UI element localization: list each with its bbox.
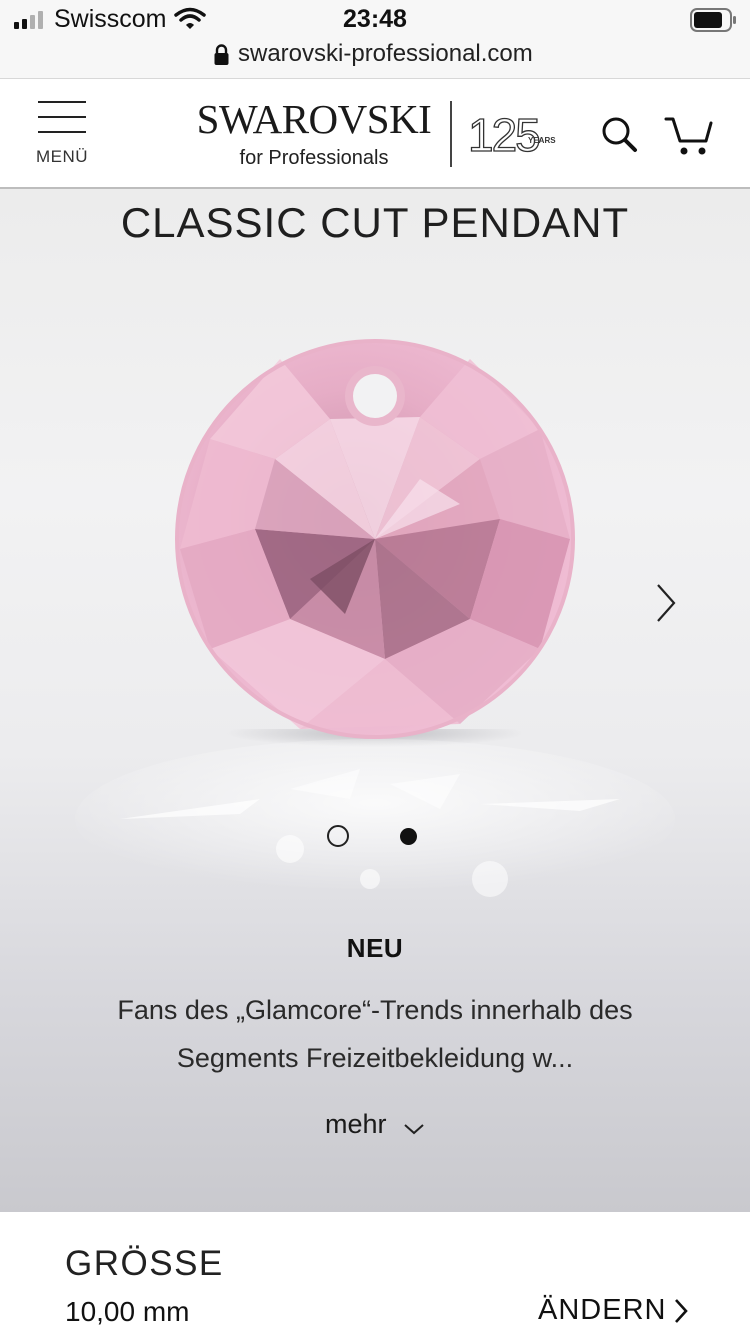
- brand-divider: [450, 101, 452, 167]
- product-description: Fans des „Glamcore“-Trends innerhalb des…: [90, 986, 660, 1082]
- hamburger-line: [38, 131, 86, 133]
- description-line: Fans des „Glamcore“-Trends innerhalb des: [117, 995, 633, 1025]
- chevron-right-icon[interactable]: [652, 581, 680, 625]
- more-button[interactable]: mehr: [0, 1109, 750, 1140]
- status-time: 23:48: [343, 5, 407, 33]
- anniversary-logo: 125 YEARS: [468, 108, 556, 161]
- url-text: swarovski-professional.com: [238, 40, 533, 67]
- chevron-down-icon: [404, 1124, 424, 1135]
- lock-icon: [214, 44, 229, 65]
- size-section: GRÖSSE 10,00 mm ÄNDERN: [0, 1212, 750, 1334]
- anniversary-word: YEARS: [528, 136, 556, 145]
- search-icon[interactable]: [600, 115, 640, 155]
- brand-subtitle: for Professionals: [239, 147, 389, 169]
- site-header: MENÜ SWAROVSKI for Professionals 125 YEA…: [0, 78, 750, 189]
- gem-image: [175, 339, 575, 739]
- carousel-dot-active[interactable]: [400, 828, 417, 845]
- brand-logo[interactable]: SWAROVSKI for Professionals: [190, 97, 438, 170]
- url-bar[interactable]: swarovski-professional.com: [0, 40, 750, 78]
- brand-name: SWAROVSKI: [196, 96, 432, 142]
- status-bar: Swisscom 23:48: [0, 0, 750, 40]
- carousel-dot[interactable]: [327, 825, 349, 847]
- cart-icon[interactable]: [664, 115, 714, 157]
- more-label: mehr: [325, 1109, 387, 1139]
- product-title: CLASSIC CUT PENDANT: [120, 199, 630, 246]
- new-badge: NEU: [346, 933, 404, 963]
- size-value: 10,00 mm: [65, 1296, 190, 1327]
- change-label: ÄNDERN: [538, 1294, 667, 1326]
- change-size-button[interactable]: ÄNDERN: [538, 1294, 698, 1334]
- battery-icon: [690, 8, 736, 32]
- product-hero: CLASSIC CUT PENDANT NEU Fans des „Glamco…: [0, 189, 750, 1212]
- size-label: GRÖSSE: [65, 1244, 224, 1283]
- menu-button[interactable]: MENÜ: [30, 99, 94, 169]
- menu-label: MENÜ: [35, 147, 89, 166]
- hamburger-icon: [38, 101, 86, 103]
- description-line: Segments Freizeitbekleidung w...: [176, 1043, 574, 1073]
- hamburger-line: [38, 116, 86, 118]
- anniversary-number: 125: [468, 109, 539, 161]
- carousel-dots: [327, 825, 427, 849]
- chevron-right-icon: [675, 1299, 688, 1323]
